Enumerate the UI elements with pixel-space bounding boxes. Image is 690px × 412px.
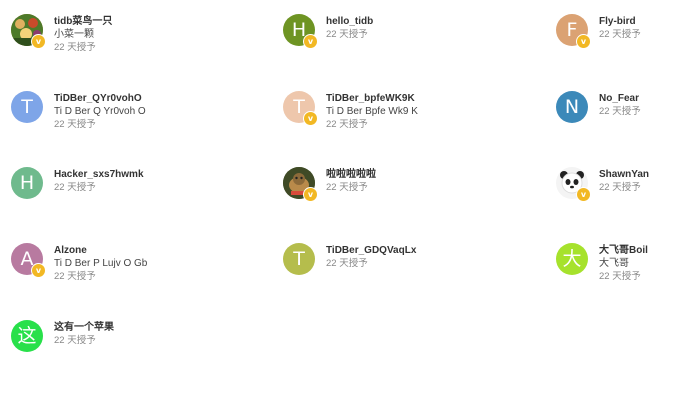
avatar-letter: 大 <box>556 243 588 275</box>
user-info: hello_tidb 22 天授予 <box>326 15 373 41</box>
user-info: No_Fear 22 天授予 <box>599 92 641 118</box>
user-card[interactable]: Av Alzone Ti D Ber P Lujv O Gb 22 天授予 <box>11 243 147 283</box>
username-link[interactable]: 这有一个苹果 <box>54 321 114 334</box>
username-link[interactable]: 啦啦啦啦啦 <box>326 168 376 181</box>
user-info: Hacker_sxs7hwmk 22 天授予 <box>54 168 144 194</box>
avatar[interactable]: T <box>11 91 43 123</box>
avatar-letter: H <box>11 167 43 199</box>
user-info: tidb菜鸟一只 小菜一颗 22 天授予 <box>54 15 112 54</box>
user-card[interactable]: 大大飞哥Boil 大飞哥 22 天授予 <box>556 243 648 283</box>
avatar[interactable]: 这 <box>11 320 43 352</box>
user-card[interactable]: N No_Fear 22 天授予 <box>556 91 641 123</box>
granted-time: 22 天授予 <box>599 106 641 117</box>
user-fullname: Ti D Ber P Lujv O Gb <box>54 258 148 269</box>
verified-badge-icon: v <box>303 34 318 49</box>
user-card[interactable]: v 啦啦啦啦啦 22 天授予 <box>283 167 376 202</box>
username-link[interactable]: Fly-bird <box>599 15 641 28</box>
user-info: 这有一个苹果 22 天授予 <box>54 321 114 347</box>
avatar-letter: N <box>556 91 588 123</box>
avatar[interactable]: v <box>556 167 591 202</box>
user-info: ShawnYan 22 天授予 <box>599 168 649 194</box>
avatar[interactable]: Fv <box>556 14 591 49</box>
avatar[interactable]: 大 <box>556 243 588 275</box>
granted-time: 22 天授予 <box>599 182 641 193</box>
avatar-letter: T <box>283 243 315 275</box>
user-card[interactable]: T TiDBer_GDQVaqLx 22 天授予 <box>283 243 416 275</box>
user-card[interactable]: 这这有一个苹果 22 天授予 <box>11 320 114 352</box>
user-fullname: 小菜一颗 <box>54 29 94 40</box>
user-card[interactable]: v ShawnYan 22 天授予 <box>556 167 649 202</box>
user-card[interactable]: v tidb菜鸟一只 小菜一颗 22 天授予 <box>11 14 112 54</box>
granted-time: 22 天授予 <box>326 182 368 193</box>
user-info: TiDBer_bpfeWK9K Ti D Ber Bpfe Wk9 K 22 天授予 <box>326 92 418 131</box>
username-link[interactable]: TiDBer_GDQVaqLx <box>326 244 416 257</box>
user-card[interactable]: Tv TiDBer_bpfeWK9K Ti D Ber Bpfe Wk9 K 22 天… <box>283 91 418 131</box>
username-link[interactable]: tidb菜鸟一只 <box>54 15 112 28</box>
verified-badge-icon: v <box>31 263 46 278</box>
username-link[interactable]: Hacker_sxs7hwmk <box>54 168 144 181</box>
user-fullname: Ti D Ber Bpfe Wk9 K <box>326 106 418 117</box>
granted-time: 22 天授予 <box>326 119 368 130</box>
avatar[interactable]: N <box>556 91 588 123</box>
username-link[interactable]: TiDBer_QYr0vohO <box>54 92 146 105</box>
verified-badge-icon: v <box>576 187 591 202</box>
avatar-letter: 这 <box>11 320 43 352</box>
username-link[interactable]: No_Fear <box>599 92 641 105</box>
avatar[interactable]: Hv <box>283 14 318 49</box>
username-link[interactable]: Alzone <box>54 244 147 257</box>
user-info: TiDBer_QYr0vohO Ti D Ber Q Yr0voh O 22 天授予 <box>54 92 146 131</box>
granted-time: 22 天授予 <box>326 29 368 40</box>
user-info: TiDBer_GDQVaqLx 22 天授予 <box>326 244 416 270</box>
user-card[interactable]: H Hacker_sxs7hwmk 22 天授予 <box>11 167 144 199</box>
verified-badge-icon: v <box>576 34 591 49</box>
granted-time: 22 天授予 <box>54 271 96 282</box>
avatar[interactable]: v <box>283 167 318 202</box>
avatar[interactable]: T <box>283 243 315 275</box>
user-card[interactable]: Hv hello_tidb 22 天授予 <box>283 14 373 49</box>
username-link[interactable]: ShawnYan <box>599 168 649 181</box>
user-info: Fly-bird 22 天授予 <box>599 15 641 41</box>
user-info: 啦啦啦啦啦 22 天授予 <box>326 168 376 194</box>
granted-time: 22 天授予 <box>54 119 96 130</box>
avatar[interactable]: Av <box>11 243 46 278</box>
granted-time: 22 天授予 <box>54 335 96 346</box>
granted-time: 22 天授予 <box>54 182 96 193</box>
user-info: 大飞哥Boil 大飞哥 22 天授予 <box>599 244 648 283</box>
user-info: Alzone Ti D Ber P Lujv O Gb 22 天授予 <box>54 244 147 283</box>
avatar[interactable]: Tv <box>283 91 318 126</box>
user-grid: v tidb菜鸟一只 小菜一颗 22 天授予 Hv hello_tidb 22 天授予 Fv F… <box>0 0 690 412</box>
user-fullname: Ti D Ber Q Yr0voh O <box>54 106 146 117</box>
user-card[interactable]: Fv Fly-bird 22 天授予 <box>556 14 641 49</box>
avatar[interactable]: H <box>11 167 43 199</box>
username-link[interactable]: hello_tidb <box>326 15 373 28</box>
avatar[interactable]: v <box>11 14 46 49</box>
user-fullname: 大飞哥 <box>599 258 629 269</box>
granted-time: 22 天授予 <box>599 271 641 282</box>
granted-time: 22 天授予 <box>599 29 641 40</box>
verified-badge-icon: v <box>303 111 318 126</box>
username-link[interactable]: 大飞哥Boil <box>599 244 648 257</box>
user-card[interactable]: T TiDBer_QYr0vohO Ti D Ber Q Yr0voh O 22 天授… <box>11 91 146 131</box>
username-link[interactable]: TiDBer_bpfeWK9K <box>326 92 418 105</box>
granted-time: 22 天授予 <box>54 42 96 53</box>
avatar-letter: T <box>11 91 43 123</box>
verified-badge-icon: v <box>303 187 318 202</box>
verified-badge-icon: v <box>31 34 46 49</box>
granted-time: 22 天授予 <box>326 258 368 269</box>
